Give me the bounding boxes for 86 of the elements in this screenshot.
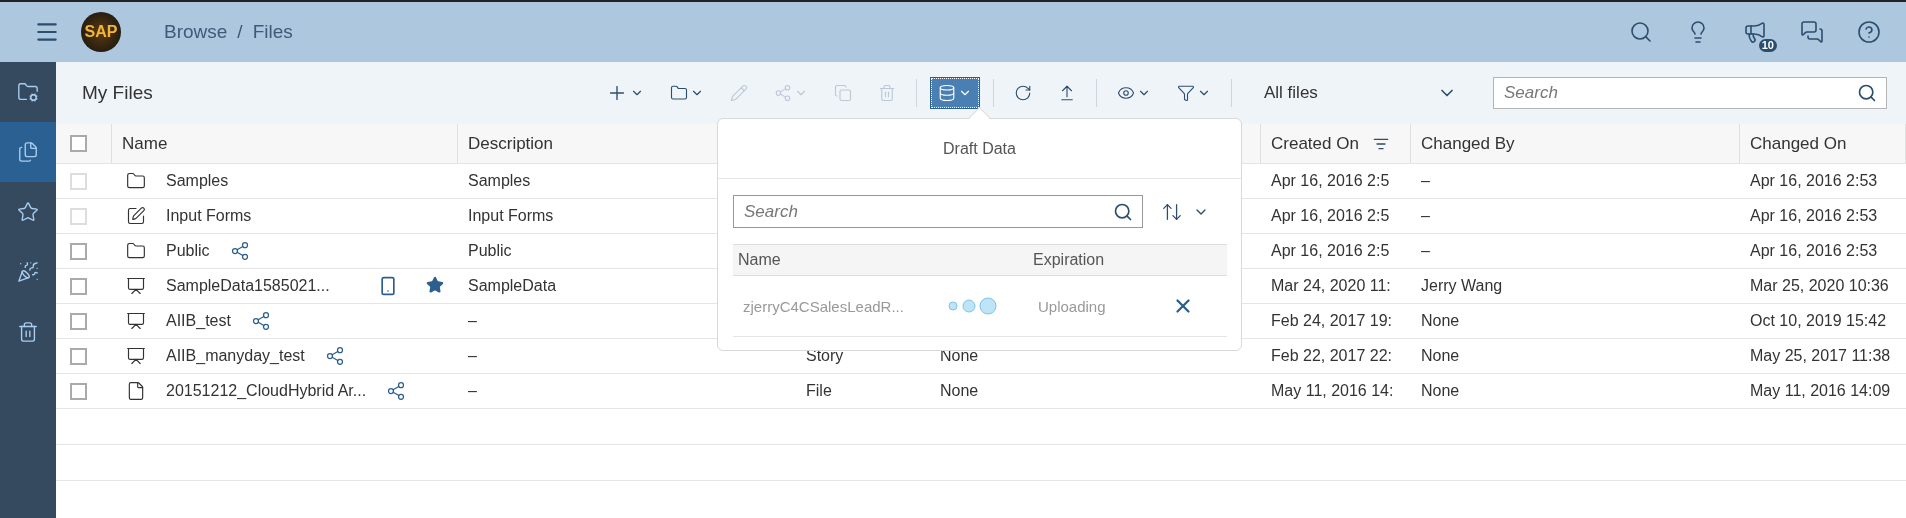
column-header[interactable]: Changed By	[1411, 124, 1740, 164]
table-cell: Public	[468, 242, 512, 260]
table-cell: May 11, 2016 14:09	[1750, 382, 1891, 400]
table-cell: SampleData	[468, 277, 557, 295]
presentation-icon	[126, 276, 146, 296]
table-cell: Feb 24, 2017 19:	[1271, 312, 1392, 330]
table-cell: Feb 22, 2017 22:	[1271, 347, 1392, 365]
file-name[interactable]: 20151212_CloudHybrid Ar...	[166, 382, 367, 400]
sidebar-item[interactable]	[0, 122, 56, 182]
table-cell: Jerry Wang	[1421, 277, 1503, 295]
column-header[interactable]: Created On	[1261, 124, 1411, 164]
star-icon[interactable]	[426, 276, 444, 294]
breadcrumb-separator: /	[237, 21, 243, 43]
documents-icon	[17, 141, 39, 163]
select-all-checkbox[interactable]	[70, 135, 87, 152]
file-name[interactable]: AIIB_test	[166, 312, 231, 330]
draft-column-header: Name	[733, 244, 1028, 276]
table-cell: Apr 16, 2016 2:5	[1271, 242, 1390, 260]
draft-name: zjerryC4CSalesLeadR...	[743, 297, 904, 315]
presentation-icon	[126, 311, 146, 331]
draft-column-header: Expiration	[1028, 244, 1227, 276]
chat-icon	[1800, 20, 1824, 44]
search-field[interactable]: Search	[1493, 77, 1887, 109]
breadcrumb-item[interactable]: Browse	[164, 21, 228, 43]
table-cell: Apr 16, 2016 2:53	[1750, 172, 1878, 190]
file-name[interactable]: Public	[166, 242, 210, 260]
folder-icon	[126, 241, 146, 261]
row-checkbox[interactable]	[70, 242, 87, 260]
help-icon	[1857, 20, 1881, 44]
table-cell: None	[1421, 382, 1460, 400]
table-cell: None	[1421, 347, 1460, 365]
table-cell: –	[1421, 207, 1430, 225]
table-cell: None	[940, 382, 979, 400]
file-name[interactable]: SampleData1585021...	[166, 277, 330, 295]
row-checkbox[interactable]	[70, 277, 87, 295]
table-cell: Samples	[468, 172, 531, 190]
row-checkbox[interactable]	[70, 312, 87, 330]
file-filter-select[interactable]: All files	[1256, 77, 1457, 109]
share-icon[interactable]	[324, 346, 345, 366]
table-cell: Apr 16, 2016 2:53	[1750, 242, 1878, 260]
share-icon[interactable]	[386, 381, 407, 401]
folder-icon	[126, 171, 146, 191]
table-cell: –	[468, 312, 477, 330]
popover-title: Draft Data	[943, 139, 1016, 158]
share-icon[interactable]	[229, 241, 250, 261]
table-cell: Mar 25, 2020 10:36	[1750, 277, 1889, 295]
search-icon	[1629, 20, 1653, 44]
presentation-icon	[126, 346, 146, 366]
logo[interactable]: SAP	[81, 12, 121, 52]
search-button[interactable]	[1629, 20, 1653, 44]
table-cell: Mar 24, 2020 11:	[1271, 277, 1391, 295]
breadcrumb-item: Files	[252, 21, 293, 43]
table-cell: Apr 16, 2016 2:5	[1271, 207, 1390, 225]
form-icon	[126, 206, 146, 226]
table-cell: –	[1421, 172, 1430, 190]
database-button[interactable]	[931, 78, 979, 108]
draft-search-field[interactable]: Search	[733, 195, 1143, 228]
table-cell: –	[1421, 242, 1430, 260]
table-cell: –	[468, 382, 477, 400]
column-header[interactable]: Changed On	[1740, 124, 1906, 164]
help-button[interactable]	[1857, 20, 1881, 44]
star-icon	[17, 201, 39, 223]
table-cell: None	[1421, 312, 1460, 330]
file-name[interactable]: AIIB_manyday_test	[166, 347, 305, 365]
row-checkbox[interactable]	[70, 382, 87, 400]
table-cell: File	[806, 382, 832, 400]
party-popper-icon	[17, 261, 39, 283]
table-cell: Input Forms	[468, 207, 554, 225]
trash-icon	[17, 321, 39, 343]
page-title: My Files	[82, 82, 153, 104]
table-cell: Apr 16, 2016 2:53	[1750, 207, 1878, 225]
file-icon	[126, 381, 146, 401]
chat-button[interactable]	[1800, 20, 1824, 44]
table-cell: –	[468, 347, 477, 365]
table-cell: May 11, 2016 14:	[1271, 382, 1394, 400]
search-icon	[1113, 201, 1133, 222]
table-cell: Apr 16, 2016 2:5	[1271, 172, 1390, 190]
table-cell: May 25, 2017 11:38	[1750, 347, 1891, 365]
share-icon[interactable]	[250, 311, 271, 331]
column-header[interactable]: Name	[112, 124, 458, 164]
row-checkbox[interactable]	[70, 347, 87, 365]
draft-status: Uploading	[1038, 297, 1106, 315]
folder-gear-icon	[17, 81, 39, 103]
table-cell: Oct 10, 2019 15:42	[1750, 312, 1887, 330]
search-icon	[1857, 83, 1877, 103]
notification-badge: 10	[1758, 39, 1777, 52]
